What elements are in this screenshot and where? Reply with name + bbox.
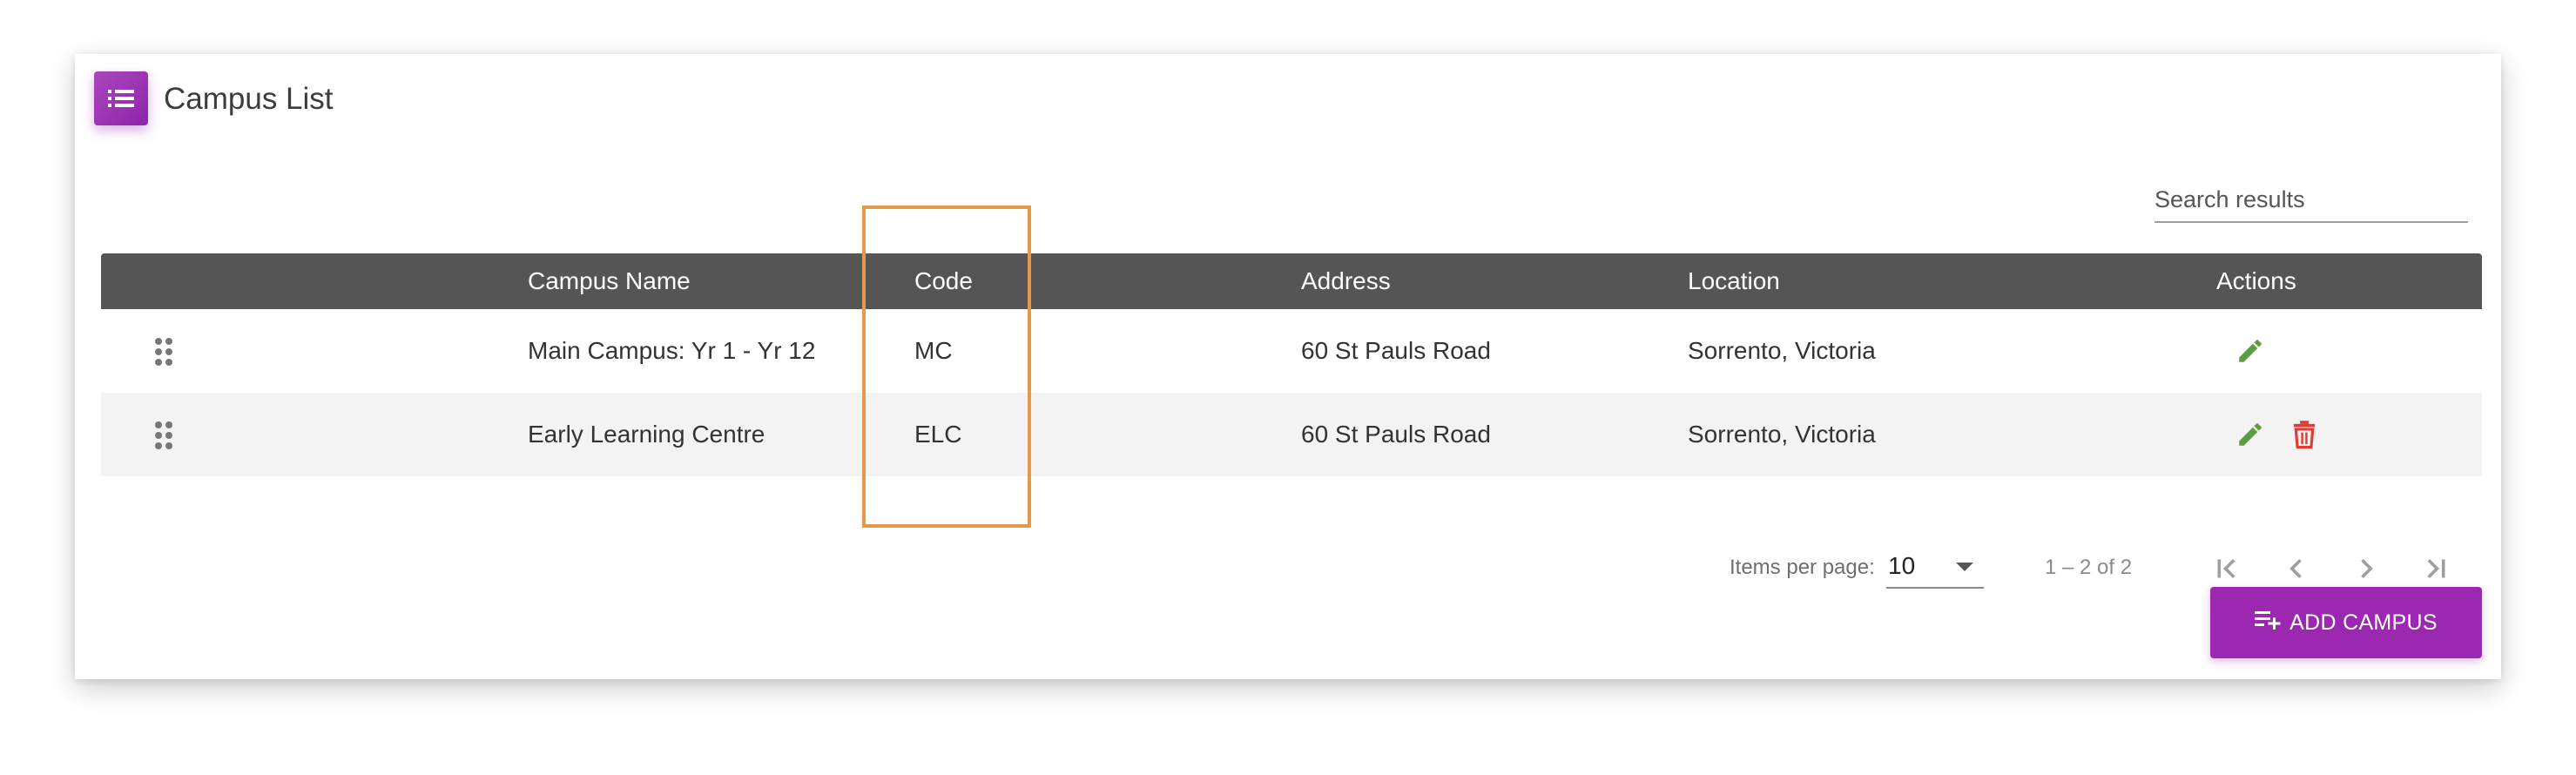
cell-location: Sorrento, Victoria	[1688, 337, 1876, 364]
chevron-down-icon	[1956, 563, 1973, 571]
cell-code: MC	[914, 337, 953, 364]
cell-campus-name: Main Campus: Yr 1 - Yr 12	[528, 337, 816, 364]
column-header-actions: Actions	[2216, 267, 2296, 294]
items-per-page-value: 10	[1888, 552, 1916, 579]
column-header-address[interactable]: Address	[1301, 253, 1391, 309]
column-header-location[interactable]: Location	[1688, 253, 1780, 309]
drag-handle-icon[interactable]	[153, 421, 174, 450]
range-label: 1 – 2 of 2	[2045, 556, 2133, 579]
drag-handle-icon[interactable]	[153, 337, 174, 367]
cell-code: ELC	[914, 421, 962, 448]
previous-page-icon[interactable]	[2276, 549, 2316, 589]
cell-address: 60 St Pauls Road	[1301, 337, 1491, 364]
table-row[interactable]: Early Learning Centre ELC 60 St Pauls Ro…	[101, 393, 2482, 476]
table-row[interactable]: Main Campus: Yr 1 - Yr 12 MC 60 St Pauls…	[101, 309, 2482, 393]
page-title: Campus List	[164, 82, 334, 116]
edit-icon[interactable]	[2233, 334, 2268, 368]
next-page-icon[interactable]	[2346, 549, 2386, 589]
table-header: Campus Name Code Address Location Action…	[101, 253, 2482, 309]
paginator: Items per page: 10 1 – 2 of 2	[75, 542, 2501, 594]
edit-icon[interactable]	[2233, 417, 2268, 452]
cell-address: 60 St Pauls Road	[1301, 421, 1491, 448]
first-page-icon[interactable]	[2207, 549, 2247, 589]
column-header-campus-name[interactable]: Campus Name	[528, 253, 691, 309]
items-per-page-select[interactable]: 10	[1886, 549, 1984, 589]
add-campus-button[interactable]: ADD CAMPUS	[2210, 587, 2482, 658]
campus-list-card: Campus List Campus Name Code Address Loc…	[75, 54, 2501, 679]
column-header-code[interactable]: Code	[914, 253, 973, 309]
cell-campus-name: Early Learning Centre	[528, 421, 765, 448]
search-field[interactable]	[2155, 176, 2468, 223]
cell-location: Sorrento, Victoria	[1688, 421, 1876, 448]
search-input[interactable]	[2155, 176, 2468, 219]
list-icon	[94, 71, 148, 125]
last-page-icon[interactable]	[2416, 549, 2456, 589]
items-per-page-label: Items per page:	[1730, 556, 1875, 579]
add-campus-label: ADD CAMPUS	[2289, 610, 2438, 635]
campus-table: Campus Name Code Address Location Action…	[101, 253, 2482, 476]
delete-icon[interactable]	[2287, 417, 2322, 452]
playlist-add-icon	[2255, 609, 2281, 637]
